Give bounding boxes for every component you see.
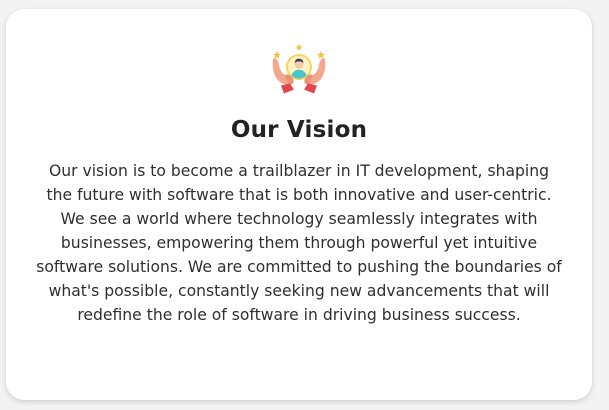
vision-card: Our Vision Our vision is to become a tra… (6, 9, 592, 400)
vision-description: Our vision is to become a trailblazer in… (36, 162, 562, 324)
section-title: Our Vision (230, 117, 368, 143)
hands-holding-person-icon (268, 37, 330, 99)
